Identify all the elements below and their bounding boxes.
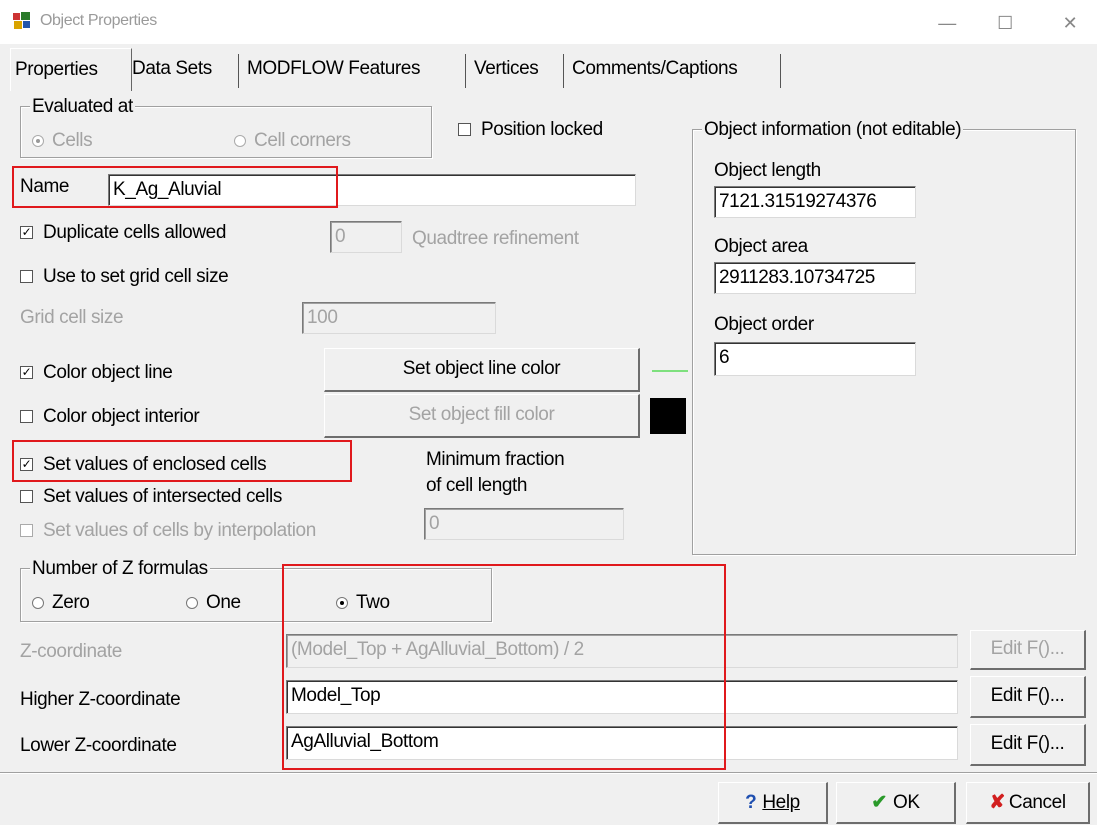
ok-check-icon: ✔ bbox=[871, 792, 887, 813]
checkbox-icon bbox=[20, 524, 33, 538]
tab-separator bbox=[563, 54, 564, 88]
z-coordinate-edit-button[interactable]: Edit F()... bbox=[970, 630, 1086, 670]
quadtree-label: Quadtree refinement bbox=[412, 228, 579, 249]
intersected-cells-checkbox[interactable]: Set values of intersected cells bbox=[20, 486, 282, 508]
grid-cell-size-input[interactable]: 100 bbox=[302, 302, 496, 334]
set-fill-color-button[interactable]: Set object fill color bbox=[324, 394, 640, 438]
line-color-swatch bbox=[652, 370, 688, 372]
tab-separator bbox=[780, 54, 781, 88]
maximize-button[interactable]: ☐ bbox=[985, 8, 1025, 38]
help-icon: ? bbox=[745, 792, 757, 813]
help-button[interactable]: ? Help bbox=[718, 782, 828, 824]
check-icon: ✓ bbox=[20, 225, 33, 240]
cancel-x-icon: ✘ bbox=[989, 792, 1005, 813]
z-coordinate-label: Z-coordinate bbox=[20, 641, 122, 662]
object-order-field: 6 bbox=[714, 342, 916, 376]
object-length-field: 7121.31519274376 bbox=[714, 186, 916, 218]
quadtree-input[interactable]: 0 bbox=[330, 221, 402, 253]
fill-color-swatch bbox=[650, 398, 686, 434]
ok-button[interactable]: ✔ OK bbox=[836, 782, 956, 824]
object-length-label: Object length bbox=[714, 160, 821, 181]
object-info-legend: Object information (not editable) bbox=[702, 119, 964, 141]
radio-cells[interactable]: Cells bbox=[32, 130, 93, 152]
tab-properties[interactable]: Properties bbox=[10, 48, 132, 91]
position-locked-checkbox[interactable]: Position locked bbox=[458, 119, 603, 141]
duplicate-cells-checkbox[interactable]: ✓ Duplicate cells allowed bbox=[20, 222, 226, 244]
tab-comments-captions[interactable]: Comments/Captions bbox=[572, 48, 738, 90]
evaluated-at-legend: Evaluated at bbox=[30, 96, 135, 118]
object-order-label: Object order bbox=[714, 314, 814, 335]
footer-separator bbox=[0, 772, 1097, 774]
radio-icon bbox=[32, 596, 44, 609]
grid-cell-size-label: Grid cell size bbox=[20, 307, 124, 328]
z-formulas-legend: Number of Z formulas bbox=[30, 558, 210, 580]
radio-zero[interactable]: Zero bbox=[32, 592, 90, 614]
minimize-button[interactable]: — bbox=[927, 8, 967, 38]
tab-data-sets[interactable]: Data Sets bbox=[132, 48, 212, 90]
window-title: Object Properties bbox=[40, 12, 157, 29]
color-line-checkbox[interactable]: ✓ Color object line bbox=[20, 362, 173, 384]
tab-vertices[interactable]: Vertices bbox=[474, 48, 539, 90]
lower-z-label: Lower Z-coordinate bbox=[20, 735, 177, 756]
radio-cell-corners[interactable]: Cell corners bbox=[234, 130, 351, 152]
object-area-label: Object area bbox=[714, 236, 808, 257]
tab-separator bbox=[238, 54, 239, 88]
radio-one[interactable]: One bbox=[186, 592, 241, 614]
cancel-button[interactable]: ✘ Cancel bbox=[966, 782, 1090, 824]
app-icon bbox=[13, 12, 30, 29]
radio-icon bbox=[186, 596, 198, 609]
highlight-name bbox=[12, 166, 338, 208]
checkbox-icon bbox=[458, 123, 471, 137]
close-button[interactable]: ✕ bbox=[1050, 8, 1090, 38]
highlight-z-formulas bbox=[282, 564, 726, 770]
set-line-color-button[interactable]: Set object line color bbox=[324, 348, 640, 392]
tab-modflow-features[interactable]: MODFLOW Features bbox=[247, 48, 420, 90]
check-icon: ✓ bbox=[20, 365, 33, 380]
object-area-field: 2911283.10734725 bbox=[714, 262, 916, 294]
higher-z-label: Higher Z-coordinate bbox=[20, 689, 181, 710]
checkbox-icon bbox=[20, 490, 33, 504]
radio-icon bbox=[234, 134, 246, 147]
min-fraction-input[interactable]: 0 bbox=[424, 508, 624, 540]
interpolation-checkbox[interactable]: Set values of cells by interpolation bbox=[20, 520, 316, 542]
lower-z-edit-button[interactable]: Edit F()... bbox=[970, 724, 1086, 766]
checkbox-icon bbox=[20, 410, 33, 424]
min-fraction-label-1: Minimum fraction bbox=[426, 449, 565, 470]
highlight-enclosed bbox=[12, 440, 352, 482]
higher-z-edit-button[interactable]: Edit F()... bbox=[970, 676, 1086, 718]
radio-icon bbox=[32, 134, 44, 147]
tab-separator bbox=[465, 54, 466, 88]
min-fraction-label-2: of cell length bbox=[426, 475, 528, 496]
checkbox-icon bbox=[20, 270, 33, 284]
use-grid-size-checkbox[interactable]: Use to set grid cell size bbox=[20, 266, 229, 288]
color-interior-checkbox[interactable]: Color object interior bbox=[20, 406, 200, 428]
